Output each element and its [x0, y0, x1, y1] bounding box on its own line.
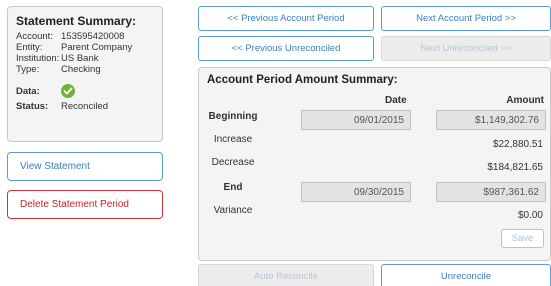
entity-label: Entity: [16, 42, 43, 53]
save-button[interactable]: Save [501, 229, 544, 248]
auto-reconcile-button[interactable]: Auto Reconcile [198, 264, 374, 286]
beginning-amount-field[interactable]: $1,149,302.76 [436, 110, 546, 130]
type-label: Type: [16, 64, 40, 75]
decrease-label: Decrease [211, 157, 255, 168]
statement-summary-title: Statement Summary: [16, 14, 137, 28]
end-date-field[interactable]: 09/30/2015 [301, 182, 411, 202]
decrease-amount: $184,821.65 [487, 162, 543, 173]
status-value: Reconciled [61, 101, 108, 112]
next-unreconciled-button[interactable]: Next Unreconciled >> [381, 36, 551, 61]
data-label: Data: [16, 86, 40, 97]
date-column-header: Date [385, 95, 407, 106]
entity-value: Parent Company [61, 42, 133, 53]
unreconcile-button[interactable]: Unreconcile [381, 264, 551, 286]
end-amount-field[interactable]: $987,361.62 [436, 182, 546, 202]
statement-summary-card: Statement Summary: Account: 153595420008… [7, 6, 163, 142]
account-row: Account: 153595420008 [16, 31, 154, 42]
status-label: Status: [16, 101, 49, 112]
increase-amount: $22,880.51 [492, 139, 543, 150]
next-account-period-button[interactable]: Next Account Period >> [381, 6, 551, 31]
data-row: Data: [16, 84, 154, 99]
institution-row: Institution: US Bank [16, 53, 154, 64]
variance-label: Variance [213, 205, 253, 216]
institution-label: Institution: [16, 53, 60, 64]
type-row: Type: Checking [16, 64, 154, 75]
account-value: 153595420008 [61, 31, 125, 42]
account-label: Account: [16, 31, 53, 42]
panel-title: Account Period Amount Summary: [207, 74, 398, 86]
end-label: End [223, 182, 243, 193]
previous-unreconciled-button[interactable]: << Previous Unreconciled [198, 36, 374, 61]
status-row: Status: Reconciled [16, 101, 154, 112]
increase-label: Increase [213, 134, 253, 145]
account-period-summary-panel: Account Period Amount Summary: Date Amou… [198, 67, 551, 261]
delete-statement-period-button[interactable]: Delete Statement Period [7, 190, 163, 219]
type-value: Checking [61, 64, 101, 75]
view-statement-button[interactable]: View Statement [7, 152, 163, 181]
previous-account-period-button[interactable]: << Previous Account Period [198, 6, 374, 31]
beginning-label: Beginning [208, 111, 258, 122]
check-circle-icon [61, 84, 75, 99]
amount-column-header: Amount [506, 95, 544, 106]
beginning-date-field[interactable]: 09/01/2015 [301, 110, 411, 130]
institution-value: US Bank [61, 53, 99, 64]
entity-row: Entity: Parent Company [16, 42, 154, 53]
variance-amount: $0.00 [517, 210, 543, 221]
